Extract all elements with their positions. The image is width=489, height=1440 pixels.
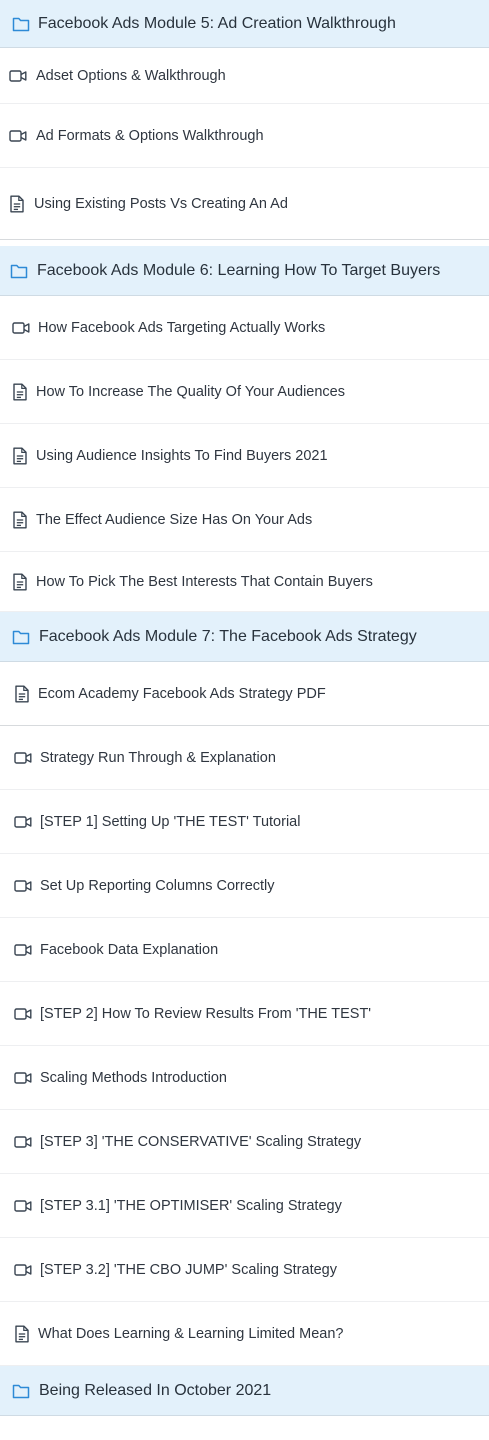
lesson-item[interactable]: Set Up Reporting Columns Correctly xyxy=(0,854,489,918)
video-icon xyxy=(14,1071,32,1085)
lesson-item[interactable]: Strategy Run Through & Explanation xyxy=(0,726,489,790)
lesson-title: Facebook Data Explanation xyxy=(40,941,219,958)
video-icon xyxy=(9,129,27,143)
module-header[interactable]: Facebook Ads Module 7: The Facebook Ads … xyxy=(0,612,489,662)
document-icon xyxy=(12,573,28,591)
lesson-item[interactable]: Using Audience Insights To Find Buyers 2… xyxy=(0,424,489,488)
lesson-item[interactable]: How To Pick The Best Interests That Cont… xyxy=(0,552,489,612)
lesson-item[interactable]: Adset Options & Walkthrough xyxy=(0,48,489,104)
lesson-title: Using Existing Posts Vs Creating An Ad xyxy=(34,195,288,212)
module-header[interactable]: Facebook Ads Module 6: Learning How To T… xyxy=(0,246,489,296)
lesson-title: How To Increase The Quality Of Your Audi… xyxy=(36,383,345,400)
document-icon xyxy=(9,195,25,213)
lesson-title: How To Pick The Best Interests That Cont… xyxy=(36,573,373,590)
lesson-title: [STEP 1] Setting Up 'THE TEST' Tutorial xyxy=(40,813,301,830)
lesson-item[interactable]: What Does Learning & Learning Limited Me… xyxy=(0,1302,489,1366)
lesson-item[interactable]: [STEP 3.2] 'THE CBO JUMP' Scaling Strate… xyxy=(0,1238,489,1302)
lesson-title: [STEP 2] How To Review Results From 'THE… xyxy=(40,1005,372,1022)
module-title: Facebook Ads Module 6: Learning How To T… xyxy=(37,261,441,279)
video-icon xyxy=(12,321,30,335)
video-icon xyxy=(14,1263,32,1277)
module-header[interactable]: Facebook Ads Module 5: Ad Creation Walkt… xyxy=(0,0,489,48)
lesson-title: Using Audience Insights To Find Buyers 2… xyxy=(36,447,328,464)
lesson-title: [STEP 3.1] 'THE OPTIMISER' Scaling Strat… xyxy=(40,1197,342,1214)
lesson-item[interactable]: Facebook Data Explanation xyxy=(0,918,489,982)
lesson-item[interactable]: Scaling Methods Introduction xyxy=(0,1046,489,1110)
lesson-title: [STEP 3.2] 'THE CBO JUMP' Scaling Strate… xyxy=(40,1261,337,1278)
lesson-item[interactable]: [STEP 3] 'THE CONSERVATIVE' Scaling Stra… xyxy=(0,1110,489,1174)
lesson-item[interactable]: Using Existing Posts Vs Creating An Ad xyxy=(0,168,489,240)
folder-icon xyxy=(12,1383,30,1399)
folder-icon xyxy=(10,263,28,279)
lesson-title: Ecom Academy Facebook Ads Strategy PDF xyxy=(38,685,326,702)
lesson-title: Strategy Run Through & Explanation xyxy=(40,749,276,766)
video-icon xyxy=(14,751,32,765)
video-icon xyxy=(14,815,32,829)
lesson-item[interactable]: [STEP 2] How To Review Results From 'THE… xyxy=(0,982,489,1046)
lesson-title: Set Up Reporting Columns Correctly xyxy=(40,877,275,894)
module-title: Facebook Ads Module 5: Ad Creation Walkt… xyxy=(38,14,396,32)
video-icon xyxy=(14,1135,32,1149)
folder-icon xyxy=(12,629,30,645)
video-icon xyxy=(14,1007,32,1021)
folder-icon xyxy=(12,16,30,32)
lesson-item[interactable]: [STEP 3.1] 'THE OPTIMISER' Scaling Strat… xyxy=(0,1174,489,1238)
document-icon xyxy=(12,447,28,465)
lesson-title: Scaling Methods Introduction xyxy=(40,1069,227,1086)
lesson-title: How Facebook Ads Targeting Actually Work… xyxy=(38,319,326,336)
lesson-item[interactable]: [STEP 1] Setting Up 'THE TEST' Tutorial xyxy=(0,790,489,854)
lesson-item[interactable]: How To Increase The Quality Of Your Audi… xyxy=(0,360,489,424)
module-title: Facebook Ads Module 7: The Facebook Ads … xyxy=(39,627,417,645)
document-icon xyxy=(14,1325,30,1343)
lesson-item[interactable]: How Facebook Ads Targeting Actually Work… xyxy=(0,296,489,360)
lesson-title: Adset Options & Walkthrough xyxy=(36,67,226,84)
lesson-item[interactable]: The Effect Audience Size Has On Your Ads xyxy=(0,488,489,552)
lesson-item[interactable]: Ecom Academy Facebook Ads Strategy PDF xyxy=(0,662,489,726)
video-icon xyxy=(9,69,27,83)
video-icon xyxy=(14,943,32,957)
document-icon xyxy=(12,511,28,529)
document-icon xyxy=(12,383,28,401)
lesson-title: [STEP 3] 'THE CONSERVATIVE' Scaling Stra… xyxy=(40,1133,362,1150)
document-icon xyxy=(14,685,30,703)
lesson-title: The Effect Audience Size Has On Your Ads xyxy=(36,511,313,528)
module-title: Being Released In October 2021 xyxy=(39,1381,272,1399)
lesson-item[interactable]: Ad Formats & Options Walkthrough xyxy=(0,104,489,168)
video-icon xyxy=(14,879,32,893)
video-icon xyxy=(14,1199,32,1213)
lesson-title: What Does Learning & Learning Limited Me… xyxy=(38,1325,344,1342)
module-header[interactable]: Being Released In October 2021 xyxy=(0,1366,489,1416)
lesson-title: Ad Formats & Options Walkthrough xyxy=(36,127,264,144)
